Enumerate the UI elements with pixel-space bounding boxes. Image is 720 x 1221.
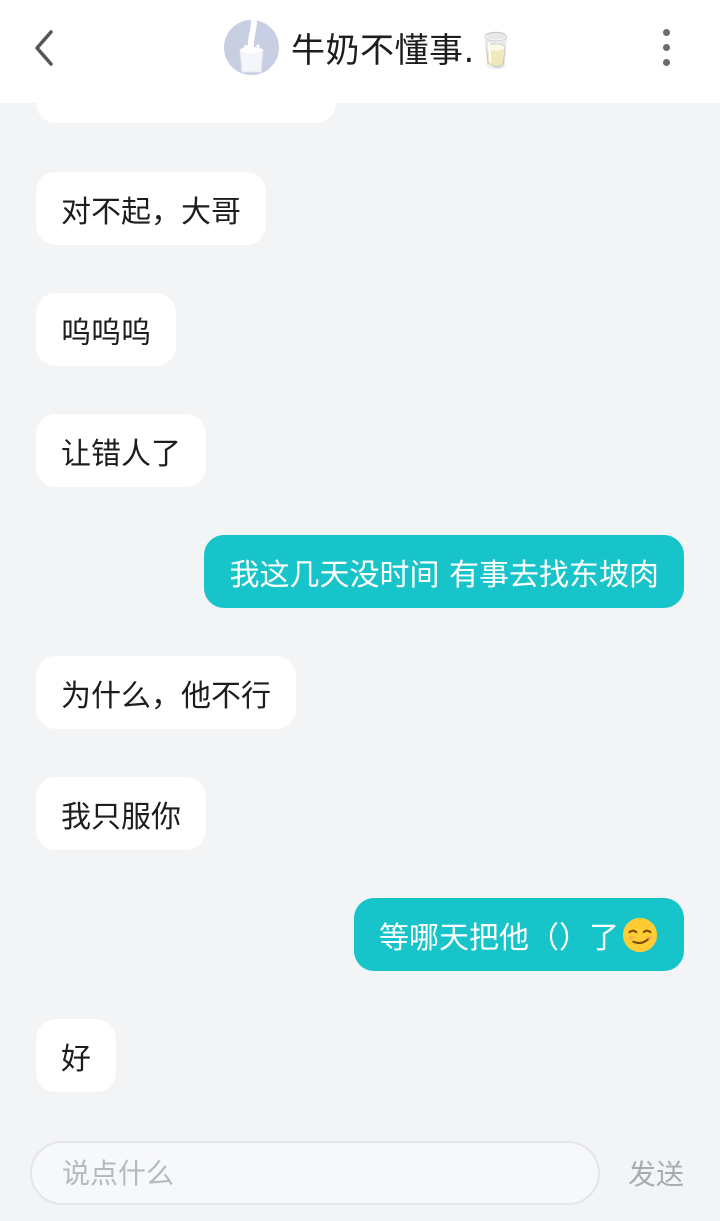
more-options-button[interactable] bbox=[646, 24, 686, 70]
message-bubble[interactable]: 我只服你 bbox=[36, 777, 206, 850]
more-vertical-icon bbox=[662, 28, 670, 36]
back-button[interactable] bbox=[22, 26, 66, 70]
more-vertical-icon-dot bbox=[662, 43, 670, 51]
message-bubble[interactable]: 让错人了 bbox=[36, 414, 206, 487]
send-button[interactable]: 发送 bbox=[628, 1153, 684, 1193]
message-bubble[interactable]: 呜呜呜 bbox=[36, 293, 176, 366]
message-text: 呜呜呜 bbox=[61, 315, 151, 351]
avatar[interactable] bbox=[224, 19, 279, 75]
message-input-wrapper[interactable] bbox=[30, 1141, 600, 1205]
more-vertical-icon-dot bbox=[662, 58, 670, 66]
page-title: 牛奶不懂事.🥛 bbox=[291, 30, 518, 71]
milk-avatar-image bbox=[224, 19, 279, 75]
message-text: 等哪天把他（）了 bbox=[379, 920, 619, 956]
message-text: 好 bbox=[61, 1041, 91, 1077]
smirk-emoji-icon bbox=[622, 917, 658, 952]
chevron-left-icon bbox=[35, 30, 53, 66]
message-bubble[interactable]: 对不起，大哥 bbox=[36, 172, 266, 245]
composer-bar: 发送 bbox=[0, 1125, 720, 1221]
message-text: 为什么，他不行 bbox=[61, 678, 271, 714]
chat-title-area[interactable]: 牛奶不懂事.🥛 bbox=[224, 18, 518, 76]
message-bubble-partial[interactable] bbox=[36, 103, 336, 123]
message-list[interactable]: 对不起，大哥 呜呜呜 让错人了 我这几天没时间 有事去找东坡肉 为什么，他不行 … bbox=[0, 103, 720, 1125]
message-text: 对不起，大哥 bbox=[61, 194, 241, 230]
message-bubble[interactable]: 好 bbox=[36, 1019, 116, 1092]
chat-header: 牛奶不懂事.🥛 bbox=[0, 0, 720, 103]
message-text: 让错人了 bbox=[61, 436, 181, 472]
message-bubble-outgoing[interactable]: 我这几天没时间 有事去找东坡肉 bbox=[204, 535, 684, 608]
message-input[interactable] bbox=[32, 1143, 598, 1203]
message-text: 我只服你 bbox=[61, 799, 181, 835]
message-bubble-outgoing[interactable]: 等哪天把他（）了 bbox=[354, 898, 684, 971]
message-bubble[interactable]: 为什么，他不行 bbox=[36, 656, 296, 729]
message-text: 我这几天没时间 有事去找东坡肉 bbox=[229, 557, 659, 593]
